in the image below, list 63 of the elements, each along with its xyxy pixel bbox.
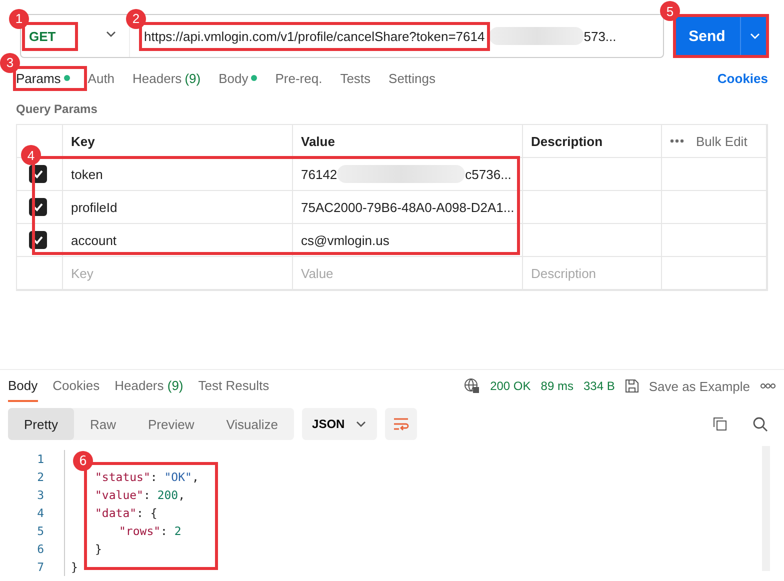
status-text: 200 OK	[490, 379, 531, 393]
size-text: 334 B	[583, 379, 615, 393]
request-tab[interactable]: Headers (9)	[130, 66, 203, 90]
table-cell: 76142	[301, 166, 338, 182]
section-title: Query Params	[15, 101, 98, 118]
line-number: 3	[36, 487, 45, 504]
code-line: "value": 200,	[95, 488, 186, 502]
view-mode-tab[interactable]: Pretty	[8, 408, 74, 440]
annotation-badge: 2	[126, 8, 146, 28]
status-dot	[64, 75, 70, 81]
view-mode-tab[interactable]: Raw	[74, 408, 132, 440]
table-cell: cs@vmlogin.us	[301, 232, 390, 248]
url-text: 573...	[584, 28, 616, 44]
code-line: "status": "OK",	[95, 470, 199, 484]
column-header: Description	[523, 125, 662, 158]
annotation-badge: 5	[660, 1, 680, 21]
globe-icon	[464, 378, 480, 394]
line-number: 2	[36, 469, 45, 486]
annotation-badge: 4	[21, 145, 41, 165]
checkmark-icon	[32, 168, 44, 180]
cookies-link[interactable]: Cookies	[717, 70, 768, 86]
annotation-badge: 6	[73, 451, 93, 471]
line-number: 6	[36, 541, 45, 558]
url-text[interactable]: https://api.vmlogin.com/v1/profile/cancelShare?token=7614	[144, 28, 485, 44]
checkmark-icon	[32, 201, 44, 213]
line-number: 5	[36, 523, 45, 540]
line-number: 4	[36, 505, 45, 522]
wrap-icon[interactable]	[384, 408, 417, 440]
line-number: 1	[36, 451, 45, 468]
save-example-button[interactable]: Save as Example	[648, 378, 750, 394]
code-line: }	[95, 542, 102, 556]
view-mode-tab[interactable]: Visualize	[210, 408, 294, 440]
more-icon[interactable]	[760, 383, 776, 389]
request-tab[interactable]: Pre-req.	[273, 66, 324, 90]
more-icon	[670, 139, 684, 143]
time-text: 89 ms	[540, 379, 574, 393]
annotation-badge: 3	[0, 52, 20, 72]
request-tab[interactable]: Settings	[386, 66, 438, 90]
request-tab[interactable]: Auth	[86, 66, 117, 90]
checkmark-icon	[32, 234, 44, 246]
table-cell: token	[63, 158, 293, 191]
request-tab[interactable]: Body	[216, 66, 260, 90]
status-dot	[251, 75, 258, 81]
code-line: "data": {	[95, 506, 158, 520]
table-cell: profileId	[63, 191, 293, 224]
line-number: 7	[36, 559, 45, 576]
table-cell: c5736...	[465, 166, 512, 182]
view-mode-tab[interactable]: Preview	[132, 408, 210, 440]
code-line: }	[71, 560, 78, 574]
response-tab[interactable]: Body	[8, 370, 38, 402]
column-header: Value	[293, 125, 523, 158]
table-cell: 75AC2000-79B6-48A0-A098-D2A1...	[301, 200, 514, 214]
response-tab[interactable]: Test Results	[198, 370, 270, 402]
response-tab[interactable]: Cookies	[52, 370, 100, 402]
annotation-badge: 1	[9, 8, 29, 28]
code-line: "rows": 2	[119, 524, 182, 538]
format-select[interactable]: JSON	[302, 408, 377, 440]
request-tab[interactable]: Tests	[338, 66, 373, 90]
bulk-edit-button[interactable]: Bulk Edit	[662, 125, 767, 158]
save-icon	[624, 379, 639, 393]
response-tab[interactable]: Headers (9)	[114, 370, 184, 402]
column-header: Key	[63, 125, 293, 158]
table-cell: account	[63, 224, 293, 257]
